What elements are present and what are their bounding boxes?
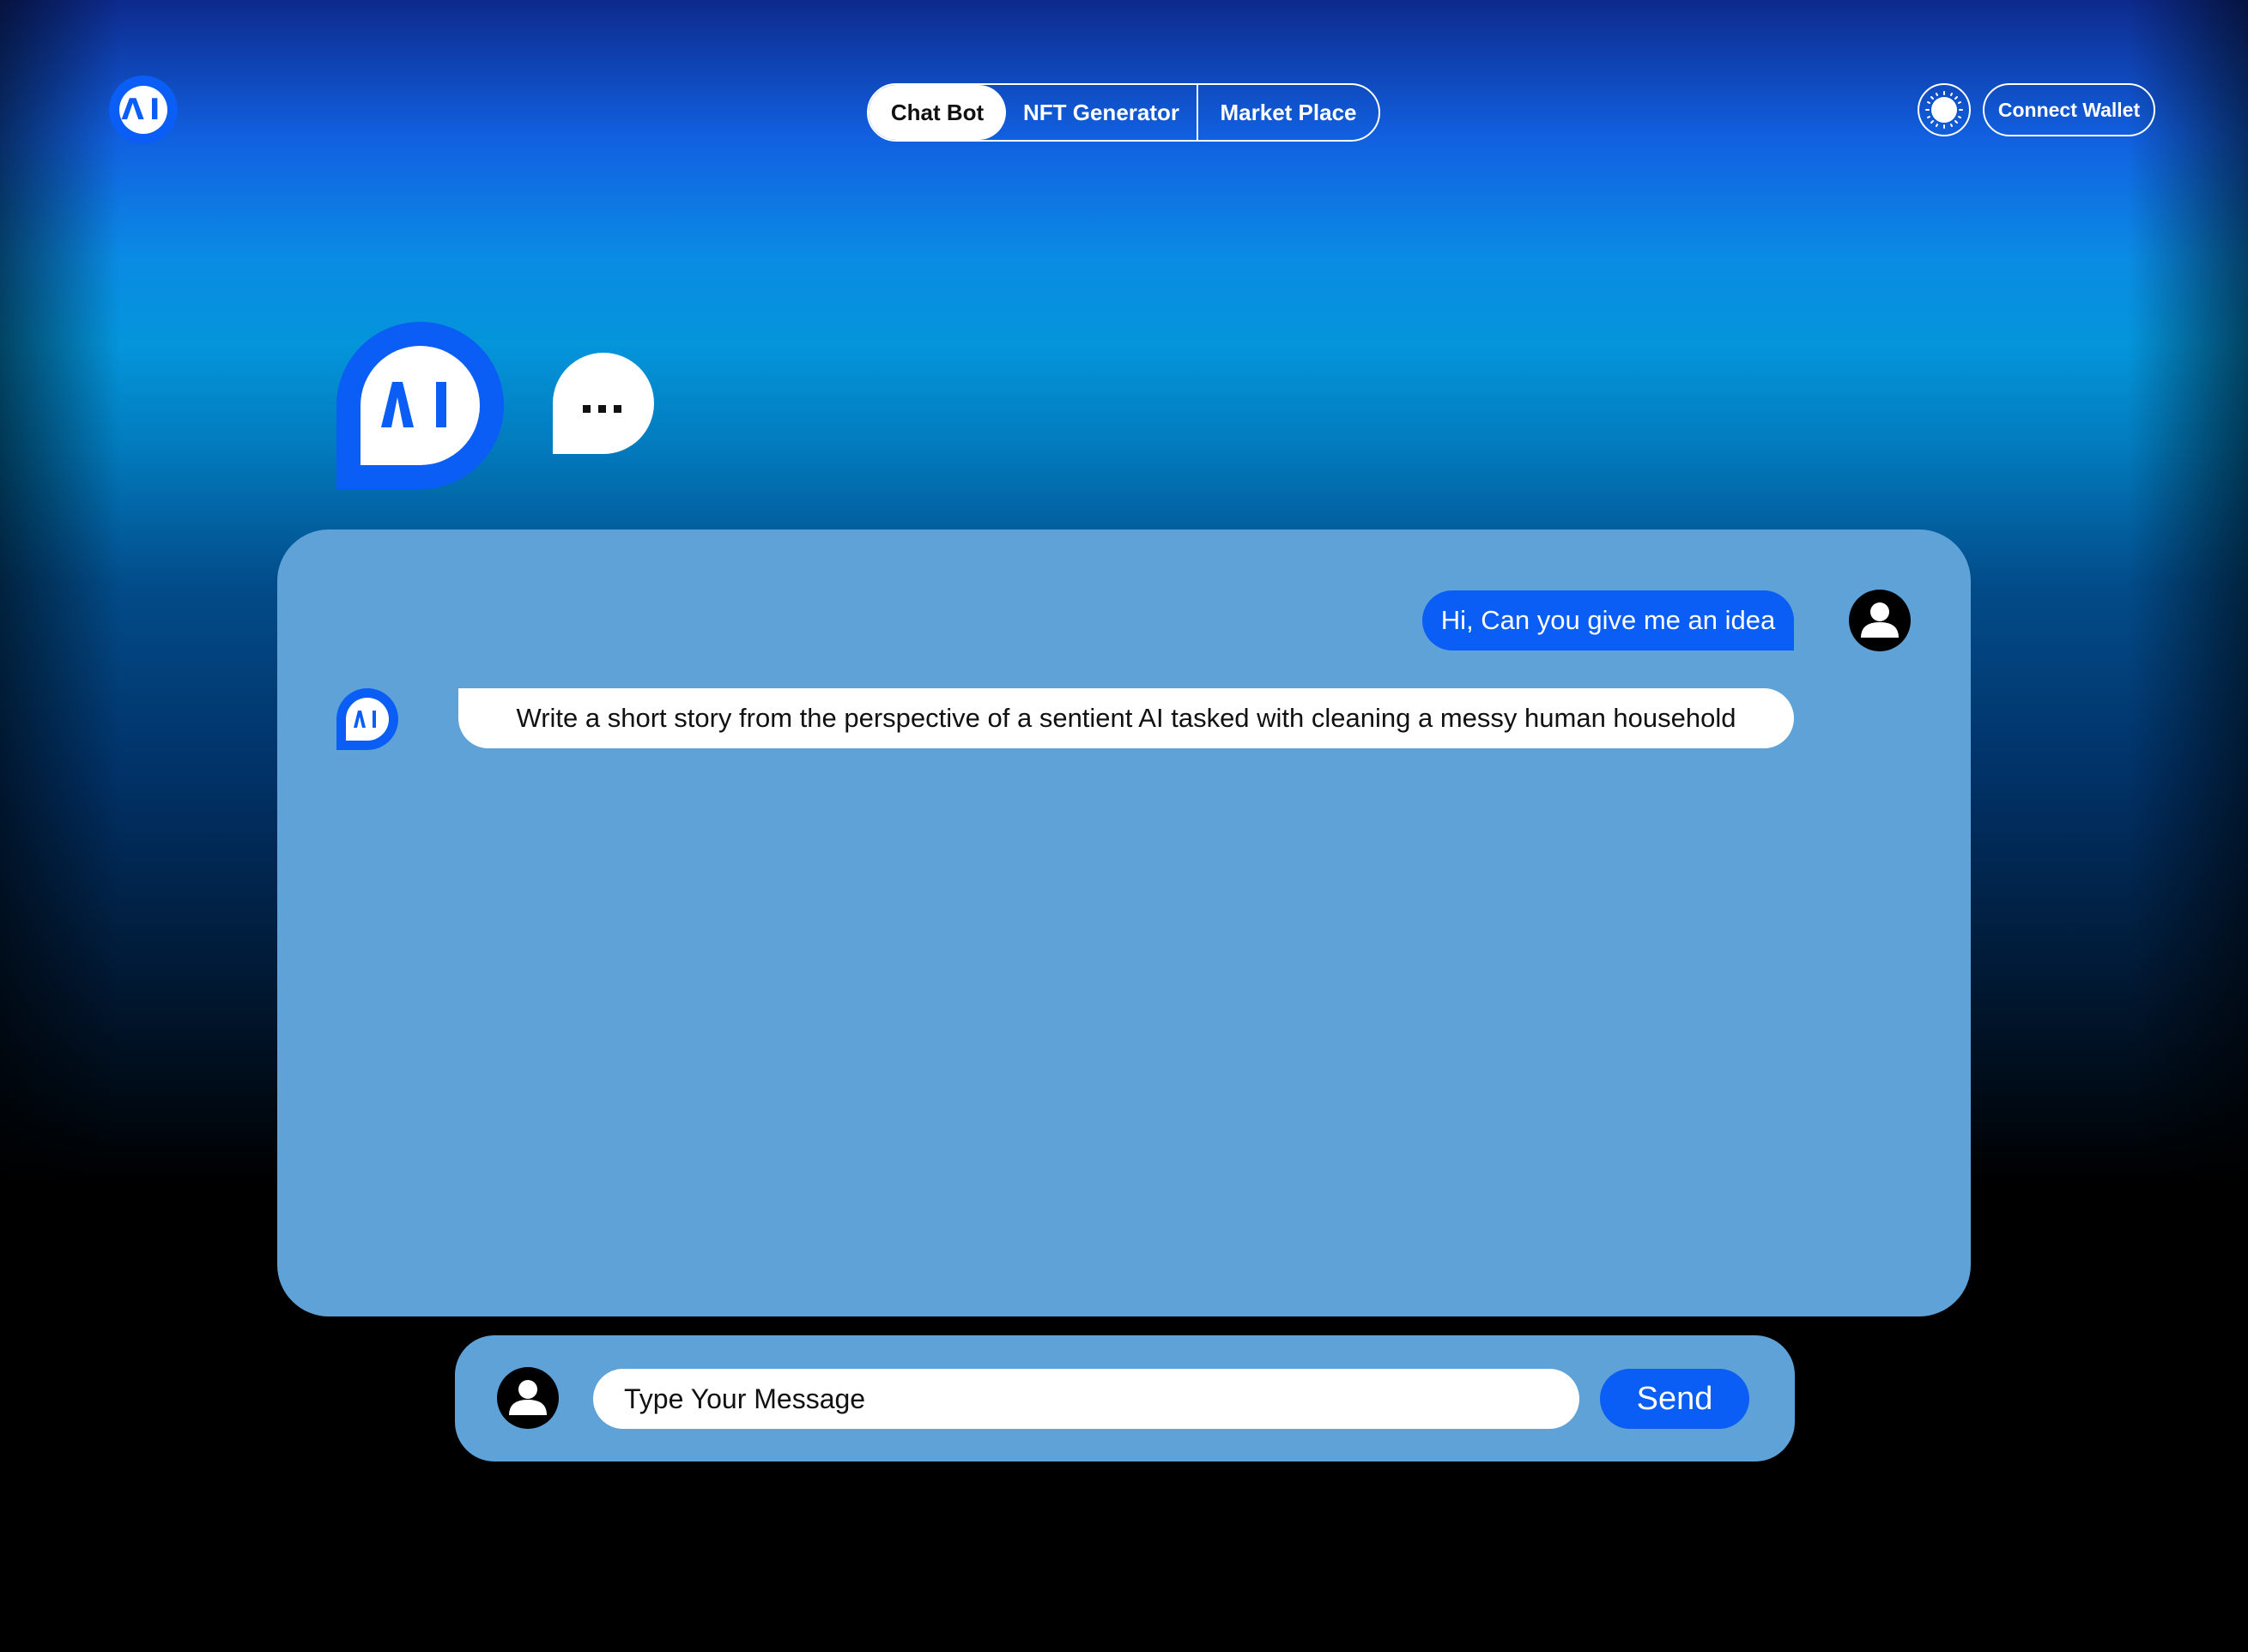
composer-avatar-icon bbox=[497, 1367, 559, 1429]
connect-wallet-button[interactable]: Connect Wallet bbox=[1983, 83, 2155, 136]
tab-chat-bot[interactable]: Chat Bot bbox=[869, 85, 1006, 140]
message-input[interactable] bbox=[593, 1369, 1579, 1429]
user-message-bubble: Hi, Can you give me an idea bbox=[1422, 590, 1794, 651]
sun-icon bbox=[1925, 91, 1963, 129]
bot-message-bubble: Write a short story from the perspective… bbox=[458, 688, 1794, 748]
bot-avatar-icon bbox=[336, 688, 398, 750]
send-button[interactable]: Send bbox=[1600, 1369, 1749, 1429]
typing-bubble-icon bbox=[553, 353, 654, 454]
tab-market-place[interactable]: Market Place bbox=[1198, 85, 1378, 140]
tab-nft-generator[interactable]: NFT Generator bbox=[1006, 85, 1198, 140]
logo-text: ΛI bbox=[119, 86, 167, 134]
ai-bot-badge-icon bbox=[336, 322, 504, 489]
main-nav: Chat Bot NFT Generator Market Place bbox=[867, 83, 1380, 142]
theme-toggle-button[interactable] bbox=[1918, 83, 1971, 136]
user-avatar-icon bbox=[1849, 590, 1911, 651]
app-logo[interactable]: ΛI bbox=[109, 76, 178, 144]
